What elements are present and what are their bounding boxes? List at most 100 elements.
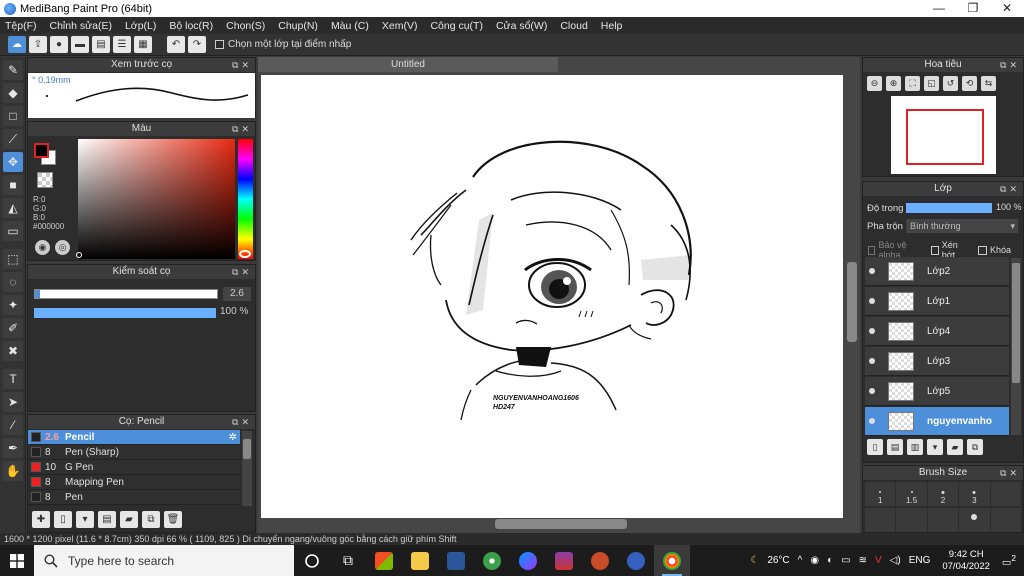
weather-temperature[interactable]: 26°C [767,555,789,566]
layer-item[interactable]: Lớp1 [865,287,1009,316]
hue-slider-handle[interactable] [239,250,251,258]
brush-item-mapping-pen[interactable]: 8 Mapping Pen [28,475,240,490]
select-rect-tool-icon[interactable]: ⬚ [3,249,23,269]
blend-mode-select[interactable]: Bình thường [906,219,1018,233]
antivirus-icon[interactable]: V [875,555,882,566]
document-icon[interactable]: ▤ [92,36,110,53]
panel-controls-icon[interactable]: ⧉✕ [232,58,252,72]
layer-folder-icon[interactable]: ▰ [947,439,963,455]
canvas-vertical-scrollbar[interactable] [847,262,857,342]
messenger-app[interactable] [510,545,546,576]
brush-size-slider[interactable] [34,289,218,299]
new-layer-icon[interactable]: ▯ [867,439,883,455]
brush-size-cell[interactable]: 3 [959,482,990,506]
panel-controls-icon[interactable]: ⧉✕ [1000,182,1020,196]
fill-rectangle-tool-icon[interactable]: ■ [3,175,23,195]
panel-controls-icon[interactable]: ⧉✕ [232,415,252,429]
game-app-2[interactable] [618,545,654,576]
operation-tool-icon[interactable]: ➤ [3,392,23,412]
brush-tool-icon[interactable]: ✎ [3,60,23,80]
hand-tool-icon[interactable]: ✋ [3,461,23,481]
notification-icon[interactable]: ▭2 [1002,553,1016,568]
language-indicator[interactable]: ENG [909,555,931,566]
flip-icon[interactable]: ⇆ [981,76,996,91]
brush-item-pen-sharp[interactable]: 8 Pen (Sharp) [28,445,240,460]
select-layer-on-click-checkbox[interactable]: Chọn một lớp tại điểm nhấp [215,39,351,50]
brush-size-cell[interactable] [865,507,896,532]
menu-color[interactable]: Màu (C) [331,20,369,32]
wifi-icon[interactable]: ≋ [859,555,867,566]
panel-controls-icon[interactable]: ⧉✕ [1000,58,1020,72]
brush-list-scrollbar[interactable] [242,431,252,506]
start-button[interactable] [0,545,34,576]
brush-size-cell[interactable]: 1.5 [896,482,927,506]
layer-item[interactable]: Lớp2 [865,257,1009,286]
eye-icon[interactable] [869,388,875,394]
brush-size-value[interactable]: 2.6 [223,287,251,301]
menu-cloud[interactable]: Cloud [560,20,587,32]
menu-window[interactable]: Cửa sổ(W) [496,20,547,32]
menu-view[interactable]: Xem(V) [382,20,418,32]
line-tool-icon[interactable]: ⟋ [3,129,23,149]
drawing-canvas[interactable]: NGUYENVANHOANG1606 HD247 [261,75,843,518]
brush-size-cell[interactable]: 1 [865,482,896,506]
comment-icon[interactable]: ● [50,36,68,53]
rotate-left-icon[interactable]: ↺ [943,76,958,91]
foreground-color-swatch[interactable] [34,143,49,158]
brush-size-cell[interactable]: 2 [927,482,959,506]
panel-controls-icon[interactable]: ⧉✕ [232,265,252,279]
layer-item-selected[interactable]: nguyenvanho [865,407,1009,436]
cloud-icon[interactable]: ☁ [8,36,26,53]
new-8bit-layer-icon[interactable]: ▥ [907,439,923,455]
folder-icon[interactable]: ▰ [120,511,138,528]
menu-edit[interactable]: Chỉnh sửa(E) [50,20,112,32]
layers-scrollbar[interactable] [1011,258,1021,435]
upload-icon[interactable]: ⇪ [29,36,47,53]
brush-settings-icon[interactable]: ▤ [98,511,116,528]
saturation-value-picker[interactable] [78,139,235,259]
grid-icon[interactable]: ▦ [134,36,152,53]
archive-app[interactable] [546,545,582,576]
eye-icon[interactable] [869,358,875,364]
layer-opacity-slider[interactable] [906,203,992,213]
chrome-tray-icon[interactable]: ◉ [810,555,819,566]
menu-filter[interactable]: Bộ lọc(R) [169,20,213,32]
color-picker-handle[interactable] [76,252,82,258]
chevron-up-icon[interactable]: ^ [798,555,803,566]
brush-size-cell[interactable] [990,482,1021,506]
actual-size-icon[interactable]: ◱ [924,76,939,91]
navigator-thumbnail[interactable] [891,96,996,174]
taskbar-search-box[interactable]: Type here to search [34,545,294,576]
select-eraser-tool-icon[interactable]: ✖ [3,341,23,361]
delete-icon[interactable]: 🗑 [164,511,182,528]
clock[interactable]: 9:42 CH 07/04/2022 [942,549,990,573]
task-view-button[interactable]: ⧉ [330,545,366,576]
eye-icon[interactable] [869,268,875,274]
menu-help[interactable]: Help [601,20,623,32]
list-icon[interactable]: ☰ [113,36,131,53]
zoom-in-icon[interactable]: ⊕ [886,76,901,91]
zoom-out-icon[interactable]: ⊖ [867,76,882,91]
menu-layer[interactable]: Lớp(L) [125,20,156,32]
gradient-tool-icon[interactable]: ▭ [3,221,23,241]
menu-file[interactable]: Tệp(F) [5,20,37,32]
lasso-tool-icon[interactable]: ◌ [3,272,23,292]
layer-menu-icon[interactable]: ▾ [927,439,943,455]
new-brush-icon[interactable]: ▯ [54,511,72,528]
word-app[interactable] [438,545,474,576]
game-app-1[interactable] [582,545,618,576]
duplicate-layer-icon[interactable]: ⧉ [967,439,983,455]
magic-wand-tool-icon[interactable]: ✦ [3,295,23,315]
color-wheel-icon[interactable]: ◎ [55,240,70,255]
layer-item[interactable]: Lớp3 [865,347,1009,376]
brush-item-pencil[interactable]: 2.6 Pencil ✲ [28,430,240,445]
document-tab[interactable]: Untitled [258,57,558,72]
dropper-tool-icon[interactable]: ⁄ [3,415,23,435]
eraser-tool-icon[interactable]: ◆ [3,83,23,103]
navigator-view-frame[interactable] [906,109,984,165]
maximize-button[interactable]: ❐ [956,0,990,17]
minimize-button[interactable]: — [922,0,956,17]
rectangle-tool-icon[interactable]: □ [3,106,23,126]
brush-opacity-slider[interactable] [34,308,216,318]
palette-icon[interactable]: ◉ [35,240,50,255]
